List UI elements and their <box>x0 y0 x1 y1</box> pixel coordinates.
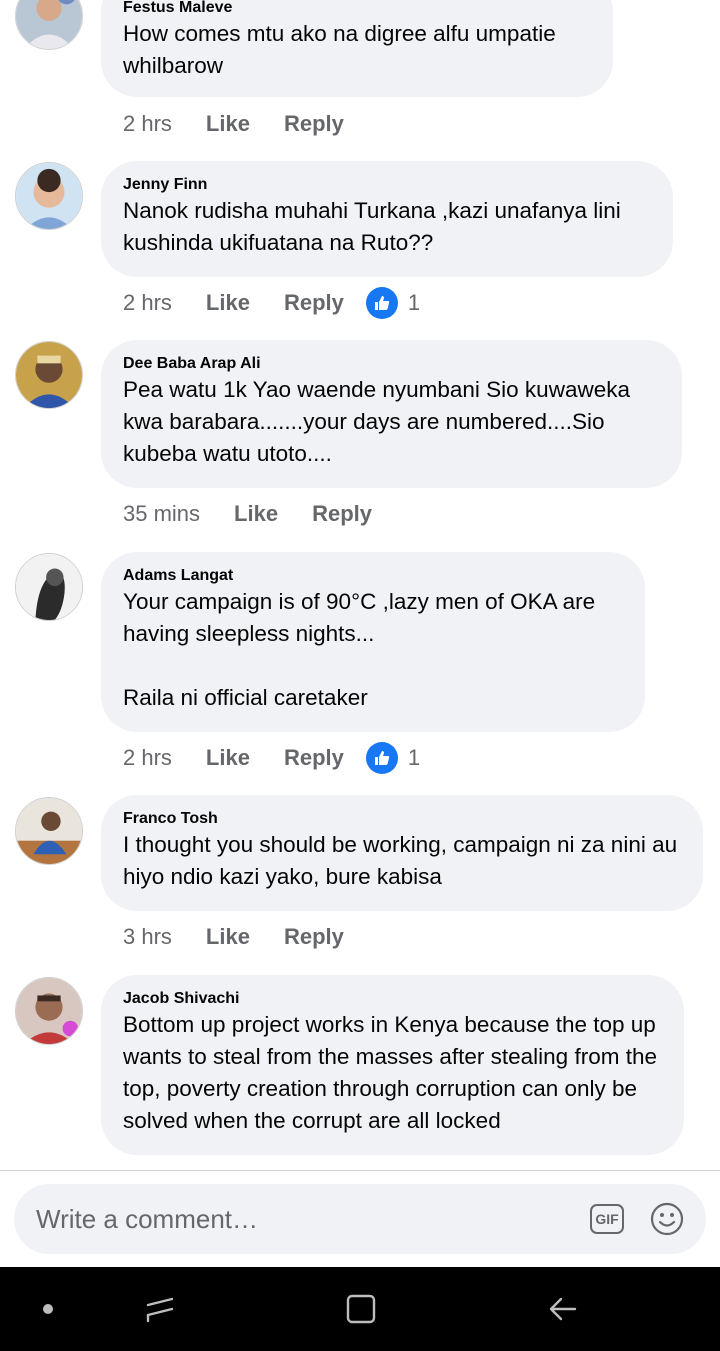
comment-author[interactable]: Jacob Shivachi <box>123 989 662 1009</box>
like-button[interactable]: Like <box>206 924 250 950</box>
comment-bubble[interactable]: Franco Tosh I thought you should be work… <box>101 795 703 911</box>
comment-bubble[interactable]: Jacob Shivachi Bottom up project works i… <box>101 975 684 1155</box>
comment-bubble[interactable]: Festus Maleve How comes mtu ako na digre… <box>101 0 613 97</box>
comment-composer: GIF <box>14 1184 706 1254</box>
avatar[interactable] <box>15 553 83 621</box>
comment-time[interactable]: 2 hrs <box>123 111 172 137</box>
system-nav-bar <box>0 1267 720 1351</box>
comment-text: Bottom up project works in Kenya because… <box>123 1012 664 1133</box>
reply-button[interactable]: Reply <box>284 290 344 316</box>
comment-input[interactable] <box>34 1202 590 1236</box>
comment-author[interactable]: Franco Tosh <box>123 809 681 829</box>
reaction-count: 1 <box>407 745 421 770</box>
comment-actions: 3 hrs Like Reply <box>123 920 378 954</box>
comment-actions: 2 hrs Like Reply 1 <box>123 286 420 320</box>
like-button[interactable]: Like <box>206 290 250 316</box>
reply-button[interactable]: Reply <box>284 111 344 137</box>
like-button[interactable]: Like <box>206 745 250 771</box>
comment-time[interactable]: 3 hrs <box>123 924 172 950</box>
thumbs-up-icon <box>365 742 398 774</box>
comment-bubble[interactable]: Jenny Finn Nanok rudisha muhahi Turkana … <box>101 161 673 277</box>
comment-text: How comes mtu ako na digree alfu umpatie… <box>123 21 562 78</box>
avatar[interactable] <box>15 977 83 1045</box>
reaction-count: 1 <box>407 290 421 315</box>
avatar[interactable] <box>15 797 83 865</box>
reply-button[interactable]: Reply <box>284 745 344 771</box>
comment-author[interactable]: Festus Maleve <box>123 0 591 18</box>
comment-author[interactable]: Dee Baba Arap Ali <box>123 354 660 374</box>
comment-bubble[interactable]: Adams Langat Your campaign is of 90°C ,l… <box>101 552 645 732</box>
comment-text: Nanok rudisha muhahi Turkana ,kazi unafa… <box>123 198 628 255</box>
comment-actions: 35 mins Like Reply <box>123 497 406 531</box>
reaction-summary[interactable]: 1 <box>365 742 421 774</box>
comment-author[interactable]: Adams Langat <box>123 566 623 586</box>
like-button[interactable]: Like <box>206 111 250 137</box>
avatar[interactable] <box>15 162 83 230</box>
thumbs-up-icon <box>365 287 398 319</box>
recent-apps-icon[interactable] <box>130 1267 190 1351</box>
avatar[interactable] <box>15 341 83 409</box>
dot-icon[interactable] <box>28 1267 68 1351</box>
comment-time[interactable]: 2 hrs <box>123 745 172 771</box>
comment-text: Your campaign is of 90°C ,lazy men of OK… <box>123 589 596 710</box>
like-button[interactable]: Like <box>234 501 278 527</box>
avatar[interactable] <box>15 0 83 50</box>
home-icon[interactable] <box>331 1267 391 1351</box>
reply-button[interactable]: Reply <box>284 924 344 950</box>
comment-time[interactable]: 2 hrs <box>123 290 172 316</box>
comment-bubble[interactable]: Dee Baba Arap Ali Pea watu 1k Yao waende… <box>101 340 682 488</box>
comment-actions: 2 hrs Like Reply 1 <box>123 741 420 775</box>
comment-actions: 2 hrs Like Reply <box>123 107 378 141</box>
back-icon[interactable] <box>533 1267 593 1351</box>
comment-text: I thought you should be working, campaig… <box>123 832 684 889</box>
comment-feed[interactable]: Festus Maleve How comes mtu ako na digre… <box>0 0 720 1170</box>
smiley-icon[interactable] <box>650 1202 684 1236</box>
comment-time[interactable]: 35 mins <box>123 501 200 527</box>
comment-author[interactable]: Jenny Finn <box>123 175 651 195</box>
gif-icon[interactable]: GIF <box>590 1204 624 1234</box>
divider <box>0 1170 720 1171</box>
comment-text: Pea watu 1k Yao waende nyumbani Sio kuwa… <box>123 377 637 466</box>
reply-button[interactable]: Reply <box>312 501 372 527</box>
reaction-summary[interactable]: 1 <box>365 287 421 319</box>
